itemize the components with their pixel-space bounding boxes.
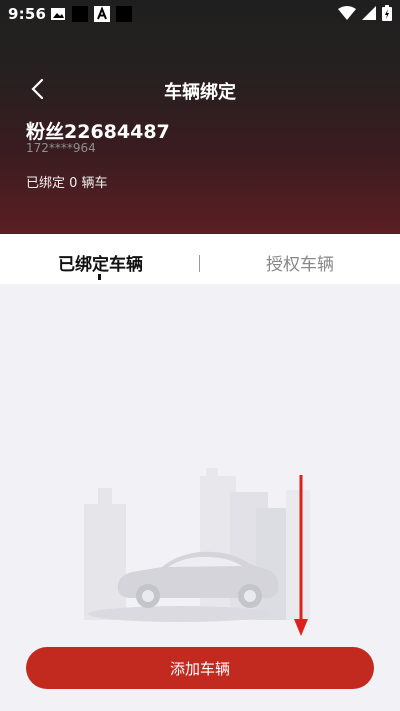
status-time: 9:56 xyxy=(8,5,47,23)
tab-bar: 已绑定车辆 授权车辆 xyxy=(0,234,400,284)
notification-icons xyxy=(50,6,132,22)
signal-icon xyxy=(362,6,376,20)
header: 9:56 车辆绑定 粉丝22684487 172****964 已绑定 0 辆车 xyxy=(0,0,400,234)
title-bar: 车辆绑定 xyxy=(0,70,400,108)
tab-authorized-vehicles[interactable]: 授权车辆 xyxy=(266,250,334,275)
image-icon xyxy=(51,8,65,20)
empty-state-car-illustration xyxy=(84,468,310,622)
font-app-icon xyxy=(94,6,110,22)
status-bar: 9:56 xyxy=(0,0,400,28)
tab-bound-vehicles[interactable]: 已绑定车辆 xyxy=(58,250,143,275)
app-notification-icon xyxy=(116,6,132,22)
tab-active-indicator xyxy=(98,274,101,280)
page-title: 车辆绑定 xyxy=(164,82,236,103)
user-phone: 172****964 xyxy=(26,141,96,155)
app-notification-icon xyxy=(72,6,88,22)
battery-icon xyxy=(382,5,392,21)
user-name: 粉丝22684487 xyxy=(26,121,170,143)
wifi-icon xyxy=(338,6,356,20)
system-icons xyxy=(338,5,392,21)
bind-count: 已绑定 0 辆车 xyxy=(26,176,108,191)
annotation-arrow-icon xyxy=(294,475,308,636)
tab-divider xyxy=(199,255,200,272)
add-vehicle-button[interactable]: 添加车辆 xyxy=(26,647,374,689)
